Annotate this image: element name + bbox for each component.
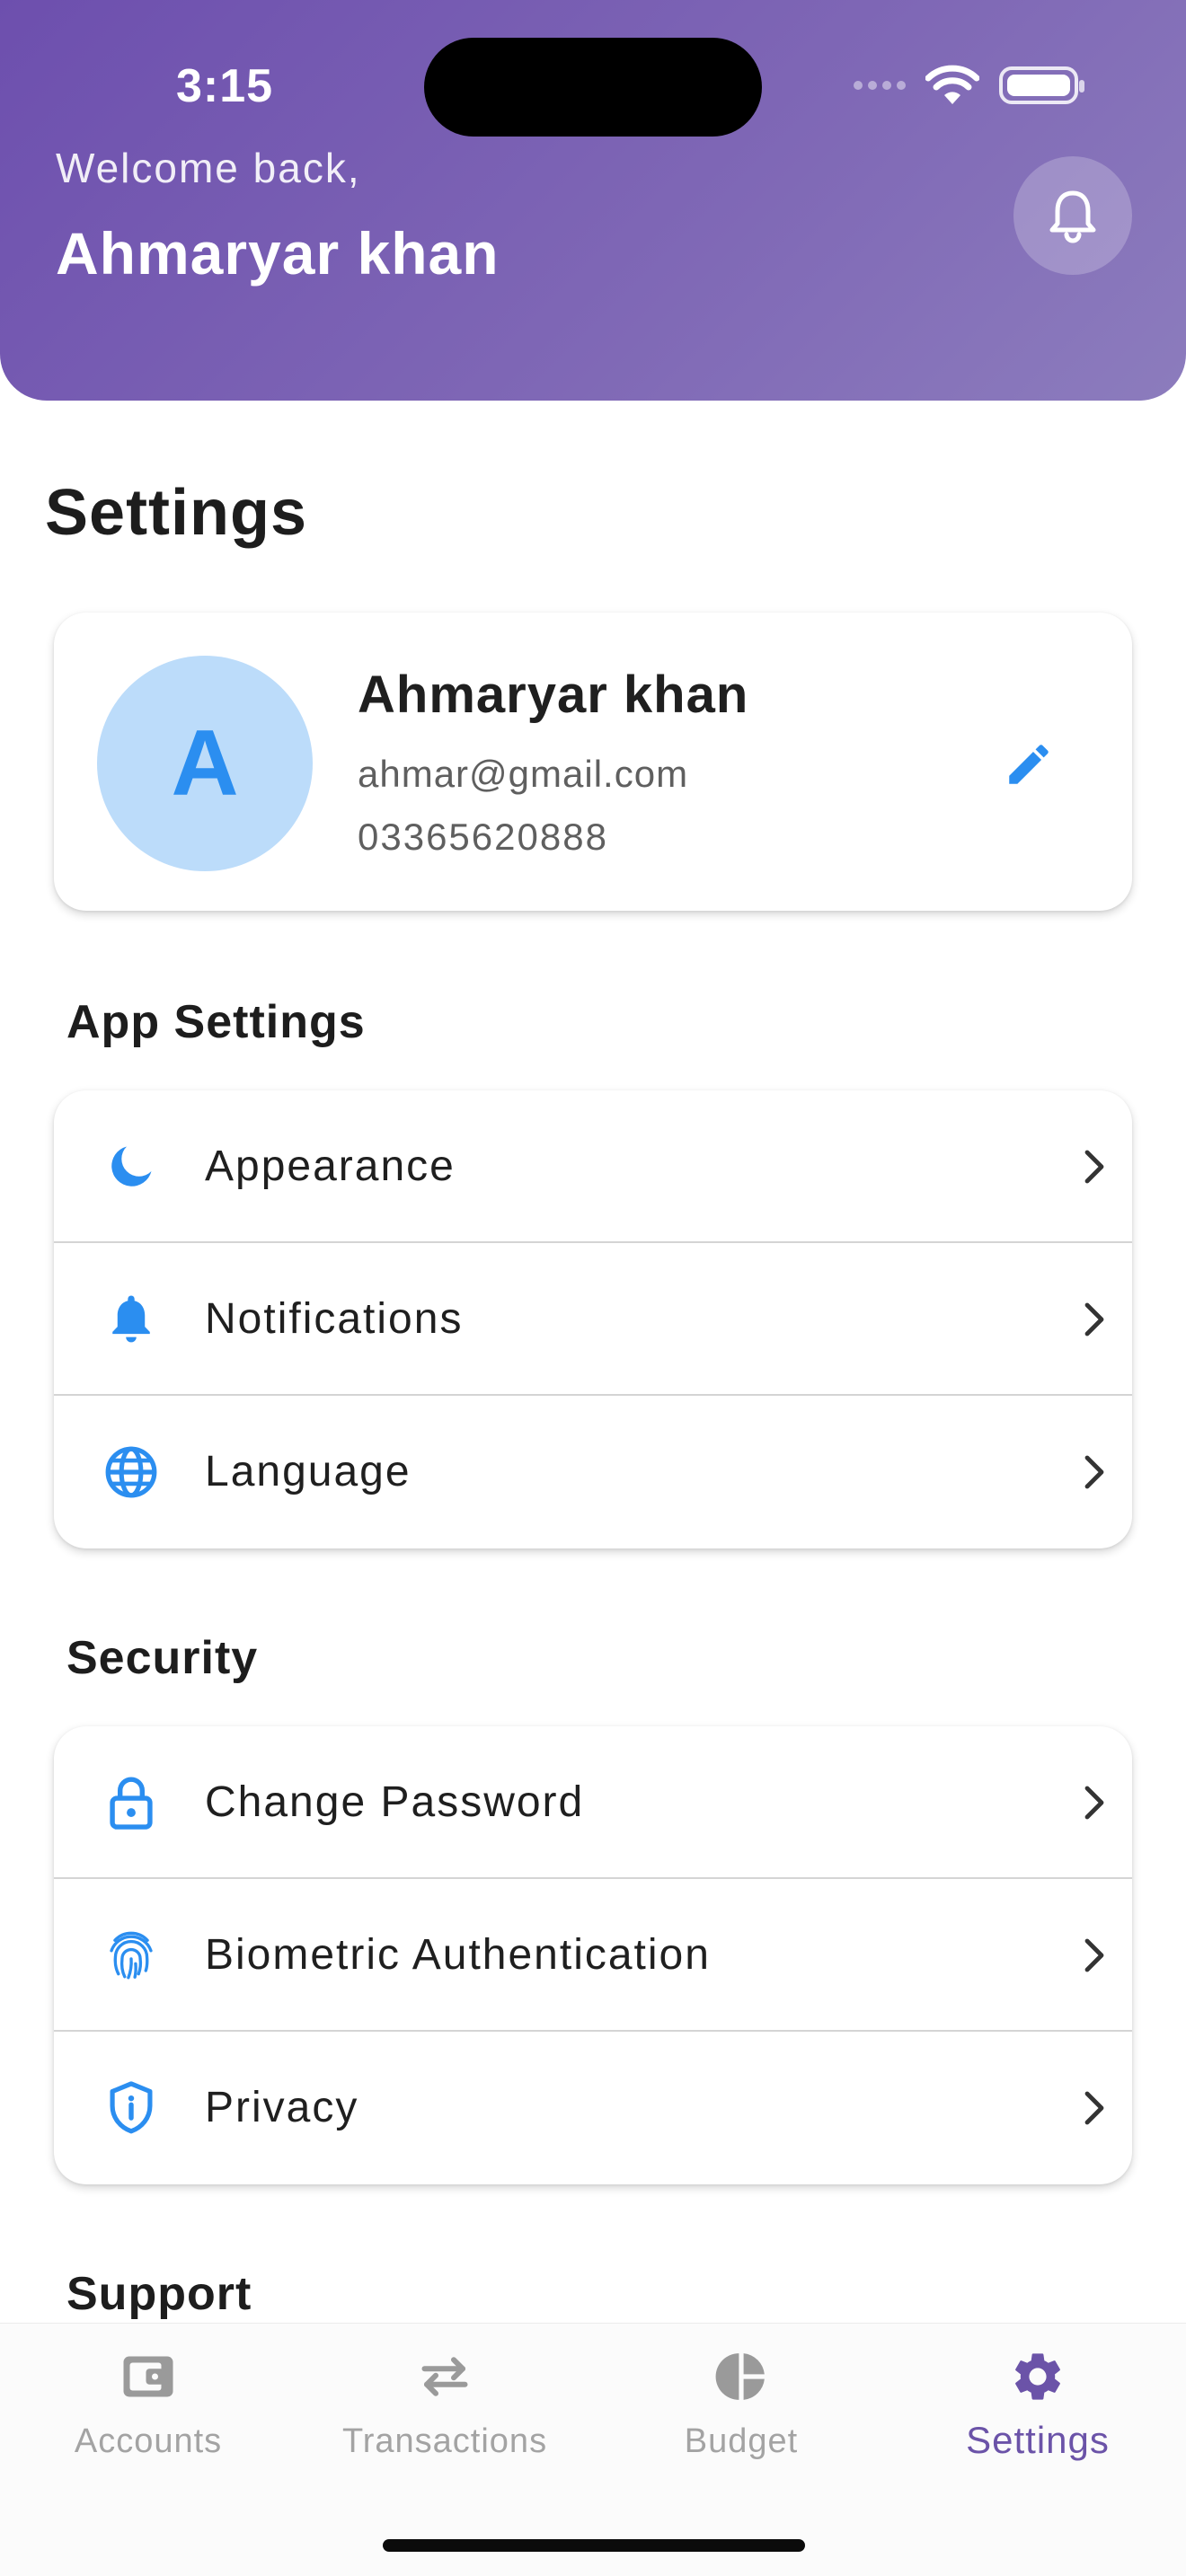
settings-item-change-password[interactable]: Change Password	[54, 1726, 1132, 1879]
page-title: Settings	[45, 477, 308, 549]
dynamic-island	[424, 38, 762, 137]
wallet-icon	[119, 2347, 178, 2406]
profile-phone: 03365620888	[358, 816, 608, 858]
section-title-app-settings: App Settings	[66, 996, 366, 1048]
nav-label: Accounts	[74, 2422, 223, 2460]
welcome-text: Welcome back,	[56, 145, 361, 191]
signal-icon	[854, 81, 906, 90]
lock-icon	[102, 1774, 160, 1831]
bell-icon	[102, 1291, 160, 1348]
nav-tab-accounts[interactable]: Accounts	[0, 2347, 296, 2482]
home-indicator	[383, 2539, 805, 2552]
avatar: A	[97, 656, 313, 871]
notifications-button[interactable]	[1013, 156, 1132, 275]
pie-chart-icon	[712, 2347, 771, 2406]
settings-item-label: Appearance	[205, 1142, 456, 1190]
settings-item-language[interactable]: Language	[54, 1396, 1132, 1548]
bottom-navigation: Accounts Transactions Budget Settings	[0, 2323, 1186, 2576]
settings-item-label: Biometric Authentication	[205, 1931, 711, 1979]
section-title-security: Security	[66, 1632, 259, 1684]
status-time: 3:15	[176, 60, 274, 112]
settings-item-notifications[interactable]: Notifications	[54, 1243, 1132, 1396]
nav-tab-transactions[interactable]: Transactions	[296, 2347, 593, 2482]
nav-tab-settings[interactable]: Settings	[890, 2347, 1186, 2482]
settings-item-label: Language	[205, 1448, 412, 1495]
nav-tab-budget[interactable]: Budget	[593, 2347, 890, 2482]
chevron-right-icon	[1073, 1144, 1118, 1189]
chevron-right-icon	[1073, 1450, 1118, 1495]
nav-label: Settings	[966, 2419, 1110, 2461]
battery-icon	[999, 66, 1084, 104]
chevron-right-icon	[1073, 1933, 1118, 1978]
shield-icon	[102, 2079, 160, 2137]
edit-profile-button[interactable]	[988, 724, 1069, 805]
globe-icon	[102, 1443, 160, 1501]
settings-item-label: Privacy	[205, 2084, 359, 2131]
settings-item-label: Notifications	[205, 1295, 464, 1343]
settings-item-privacy[interactable]: Privacy	[54, 2032, 1132, 2184]
chevron-right-icon	[1073, 2086, 1118, 2130]
security-settings-list: Change Password Biometric Authentication	[54, 1726, 1132, 2184]
settings-item-appearance[interactable]: Appearance	[54, 1090, 1132, 1243]
section-title-support: Support	[66, 2268, 252, 2320]
header-banner: 3:15 Welcome back, Ahmaryar khan	[0, 0, 1186, 401]
settings-item-biometric-authentication[interactable]: Biometric Authentication	[54, 1879, 1132, 2032]
chevron-right-icon	[1073, 1297, 1118, 1342]
profile-name: Ahmaryar khan	[358, 666, 749, 724]
settings-item-label: Change Password	[205, 1778, 585, 1826]
gear-icon	[1008, 2347, 1067, 2406]
nav-label: Transactions	[341, 2422, 548, 2460]
chevron-right-icon	[1073, 1780, 1118, 1825]
bell-icon	[1049, 190, 1096, 243]
pencil-icon	[1009, 745, 1049, 784]
moon-icon	[102, 1138, 160, 1195]
header-user-name: Ahmaryar khan	[56, 220, 500, 287]
fingerprint-icon	[102, 1927, 160, 1984]
app-settings-list: Appearance Notifications Language	[54, 1090, 1132, 1548]
profile-card[interactable]: A Ahmaryar khan ahmar@gmail.com 03365620…	[54, 613, 1132, 911]
nav-label: Budget	[684, 2422, 799, 2460]
swap-arrows-icon	[415, 2347, 474, 2406]
profile-email: ahmar@gmail.com	[358, 753, 689, 795]
wifi-icon	[925, 65, 979, 104]
status-icons	[854, 65, 1084, 106]
